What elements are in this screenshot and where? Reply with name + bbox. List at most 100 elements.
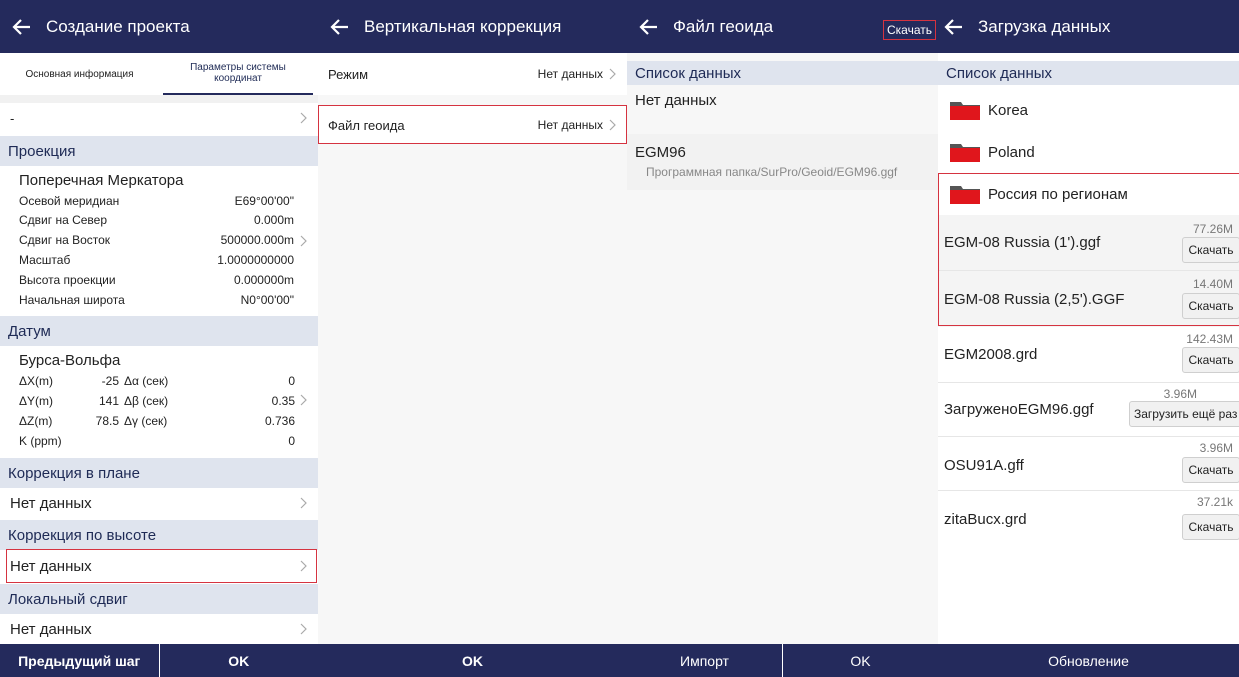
update-button[interactable]: Обновление: [938, 644, 1239, 677]
top-bar: Создание проекта: [0, 0, 318, 53]
file-size: 3.96M: [1163, 387, 1197, 401]
ok-button[interactable]: OK: [782, 644, 938, 677]
file-item: EGM2008.grd 142.43M Скачать: [938, 329, 1239, 381]
param-label: Осевой меридиан: [19, 194, 120, 208]
divider: [0, 95, 318, 103]
datum-name: Бурса-Вольфа: [19, 352, 121, 369]
download-button[interactable]: Скачать: [1182, 514, 1239, 540]
folder-name: Poland: [988, 143, 1035, 161]
mode-row[interactable]: Режим Нет данных: [318, 53, 627, 95]
section-title: Датум: [8, 322, 51, 340]
download-button[interactable]: Скачать: [1182, 237, 1239, 263]
file-name: EGM-08 Russia (1').ggf: [944, 234, 1101, 251]
download-button[interactable]: Скачать: [1182, 457, 1239, 483]
tab-label: Основная информация: [25, 68, 134, 80]
chevron-right-icon: [300, 235, 307, 247]
folder-icon: [950, 144, 980, 162]
datum-value: 0.736: [264, 414, 295, 428]
chevron-right-icon: [300, 497, 307, 509]
section-title: Коррекция в плане: [8, 464, 140, 482]
file-item: EGM-08 Russia (2,5').GGF 14.40M Скачать: [938, 271, 1239, 325]
download-button[interactable]: Скачать: [1182, 293, 1239, 319]
tab-coordinate-params[interactable]: Параметры системы координат: [163, 53, 313, 95]
datum-value: 0: [288, 434, 295, 448]
ok-button[interactable]: OK: [318, 644, 627, 677]
import-button[interactable]: Импорт: [627, 644, 782, 677]
coordinate-system-row[interactable]: -: [0, 103, 318, 133]
folder-name: Россия по регионам: [988, 185, 1128, 203]
datum-value: 78.5: [95, 414, 119, 428]
data-list-header: Список данных: [938, 61, 1239, 85]
data-list-header: Список данных: [627, 61, 938, 85]
param-value: N0°00'00": [240, 293, 294, 307]
param-label: Сдвиг на Восток: [19, 233, 111, 247]
local-shift-value: Нет данных: [10, 620, 92, 638]
plane-correction-row[interactable]: Нет данных: [0, 488, 318, 518]
datum-header: Датум: [0, 316, 318, 346]
param-row: Осевой меридиан E69°00'00": [19, 194, 294, 208]
top-bar: Файл геоида Скачать: [627, 0, 938, 53]
param-label: Высота проекции: [19, 273, 116, 287]
screen-geoid-file: Файл геоида Скачать Список данных Нет да…: [627, 0, 938, 677]
section-title: Проекция: [8, 142, 76, 160]
datum-block[interactable]: Бурса-Вольфа ΔX(m) -25 Δα (сек) 0 ΔY(m) …: [0, 346, 318, 456]
geoid-item[interactable]: EGM96 Программная папка/SurPro/Geoid/EGM…: [627, 134, 938, 190]
bottom-bar: Обновление: [938, 644, 1239, 677]
param-value: E69°00'00": [234, 194, 294, 208]
local-shift-row[interactable]: Нет данных: [0, 614, 318, 644]
back-arrow-icon[interactable]: [330, 17, 350, 37]
bottom-bar: Предыдущий шаг OK: [0, 644, 318, 677]
param-label: Масштаб: [19, 253, 71, 267]
section-title: Локальный сдвиг: [8, 590, 128, 608]
projection-name: Поперечная Меркатора: [19, 172, 184, 189]
file-name: ЗагруженоEGM96.ggf: [944, 401, 1094, 418]
page-title: Вертикальная коррекция: [364, 16, 562, 36]
section-title: Коррекция по высоте: [8, 526, 157, 544]
screen-vertical-correction: Вертикальная коррекция Режим Нет данных …: [318, 0, 627, 677]
coordinate-system-value: -: [10, 110, 15, 126]
chevron-right-icon: [609, 68, 616, 80]
file-size: 37.21k: [1196, 495, 1233, 509]
bottom-bar: Импорт OK: [627, 644, 938, 677]
reload-button[interactable]: Загрузить ещё раз: [1129, 401, 1239, 427]
datum-label: ΔX(m): [19, 374, 54, 388]
tab-label: Параметры системы координат: [190, 62, 286, 84]
param-label: Начальная широта: [19, 293, 125, 307]
bottom-bar: OK: [318, 644, 627, 677]
datum-value: 0.35: [271, 394, 295, 408]
projection-block[interactable]: Поперечная Меркатора Осевой меридиан E69°…: [0, 166, 318, 314]
top-bar: Загрузка данных: [938, 0, 1239, 53]
back-arrow-icon[interactable]: [944, 17, 964, 37]
geoid-file-row[interactable]: Файл геоида Нет данных: [318, 106, 627, 144]
datum-row: K (ppm) 0: [19, 434, 295, 450]
section-title: Список данных: [635, 64, 742, 82]
folder-item[interactable]: Россия по регионам: [938, 174, 1239, 214]
datum-row: ΔY(m) 141 Δβ (сек) 0.35: [19, 394, 295, 410]
screen-data-download: Загрузка данных Список данных Korea Pola…: [938, 0, 1239, 677]
datum-value: 141: [98, 394, 119, 408]
geoid-file-label: Файл геоида: [328, 117, 405, 133]
tab-basic-info[interactable]: Основная информация: [0, 53, 159, 95]
download-button[interactable]: Скачать: [1182, 347, 1239, 373]
screen-create-project: Создание проекта Основная информация Пар…: [0, 0, 318, 677]
folder-icon: [950, 186, 980, 204]
download-button[interactable]: Скачать: [883, 20, 936, 40]
chevron-right-icon: [609, 119, 616, 131]
file-size: 77.26M: [1192, 222, 1233, 236]
folder-item[interactable]: Poland: [938, 132, 1239, 172]
height-correction-header: Коррекция по высоте: [0, 520, 318, 550]
folder-item[interactable]: Korea: [938, 90, 1239, 130]
file-name: zitaBucx.grd: [944, 511, 1027, 528]
file-name: EGM2008.grd: [944, 346, 1038, 363]
datum-label: K (ppm): [19, 434, 62, 448]
mode-label: Режим: [328, 66, 369, 82]
previous-step-button[interactable]: Предыдущий шаг: [0, 644, 159, 677]
datum-label: ΔY(m): [19, 394, 54, 408]
back-arrow-icon[interactable]: [12, 17, 32, 37]
param-row: Сдвиг на Север 0.000m: [19, 213, 294, 227]
back-arrow-icon[interactable]: [639, 17, 659, 37]
height-correction-row[interactable]: Нет данных: [0, 550, 318, 582]
ok-button[interactable]: OK: [158, 644, 319, 677]
file-size: 14.40M: [1192, 277, 1233, 291]
datum-value: 0: [288, 374, 295, 388]
